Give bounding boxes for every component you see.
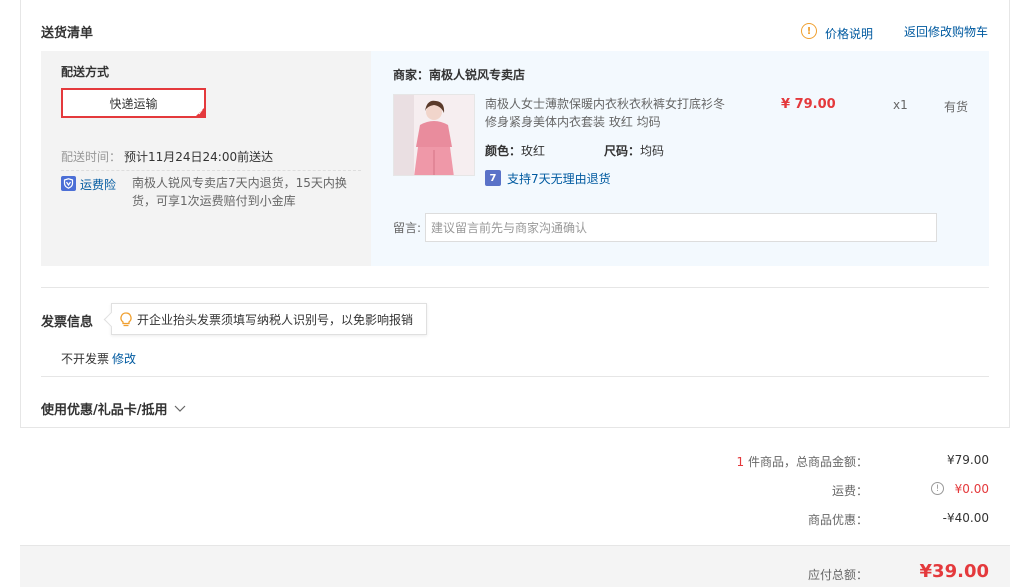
invoice-tip-tooltip: 开企业抬头发票须填写纳税人识别号，以免影响报销	[111, 303, 427, 335]
size-label: 尺码：	[604, 144, 641, 158]
goods-total: ¥79.00	[947, 453, 989, 467]
price-note-link[interactable]: 价格说明	[825, 25, 873, 42]
invoice-status: 不开发票	[61, 352, 110, 366]
delivery-time-value: 预计11月24日24:00前送达	[124, 150, 274, 164]
shipping-fee-label: 运费：	[831, 484, 868, 498]
insurance-text-line2: 货，可享1次运费赔付到小金库	[132, 194, 296, 208]
product-image[interactable]	[393, 94, 475, 176]
payable-total: ¥39.00	[919, 561, 989, 582]
check-icon: ✓	[197, 108, 204, 117]
remark-input[interactable]	[425, 213, 937, 242]
dashed-divider	[61, 170, 361, 171]
product-name-line2: 修身紧身美体内衣套装 玫红 均码	[485, 115, 661, 129]
back-to-cart-link[interactable]: 返回修改购物车	[904, 23, 988, 40]
coupons-title: 使用优惠/礼品卡/抵用	[41, 403, 168, 418]
size-value: 均码	[640, 144, 665, 158]
insurance-description: 南极人锐风专卖店7天内退货，15天内换 货，可享1次运费赔付到小金库	[132, 174, 347, 210]
goods-count: 1	[736, 455, 745, 469]
product-quantity: x1	[893, 98, 908, 112]
color-label: 颜色：	[485, 144, 522, 158]
goods-count-suffix: 件商品，总商品金额：	[747, 455, 868, 469]
info-icon[interactable]: !	[931, 482, 944, 495]
payable-label: 应付总额：	[807, 568, 868, 582]
shipping-fee-value: ¥0.00	[954, 482, 989, 496]
product-name-line1: 南极人女士薄款保暖内衣秋衣秋裤女打底衫冬	[485, 97, 726, 111]
product-color: 颜色：玫红	[485, 142, 545, 159]
lightbulb-icon	[120, 311, 132, 327]
product-size: 尺码：均码	[604, 142, 664, 159]
color-value: 玫红	[521, 144, 546, 158]
shield-icon	[61, 176, 76, 191]
invoice-edit-link[interactable]: 修改	[112, 350, 136, 367]
express-shipping-label: 快递运输	[109, 96, 158, 111]
shop-name: 商家：南极人锐风专卖店	[393, 68, 526, 82]
chevron-down-icon	[174, 405, 186, 413]
section-divider	[41, 376, 989, 377]
product-price: ¥ 79.00	[781, 97, 836, 112]
shipping-method-label: 配送方式	[61, 65, 110, 79]
goods-count-label: 1 件商品，总商品金额：	[737, 453, 868, 470]
invoice-tip-text: 开企业抬头发票须填写纳税人识别号，以免影响报销	[137, 312, 414, 327]
delivery-time-label: 配送时间：	[61, 150, 122, 164]
stock-status: 有货	[944, 100, 969, 114]
insurance-text-line1: 南极人锐风专卖店7天内退货，15天内换	[132, 176, 347, 190]
express-shipping-button[interactable]: 快递运输 ✓	[61, 88, 206, 118]
coupons-toggle[interactable]: 使用优惠/礼品卡/抵用	[41, 399, 186, 418]
discount-value: -¥40.00	[942, 511, 989, 525]
shipping-insurance-link[interactable]: 运费险	[80, 176, 116, 193]
seven-day-return-icon: 7	[485, 170, 501, 186]
return-policy-link[interactable]: 支持7天无理由退货	[507, 170, 611, 187]
remark-label: 留言:	[393, 221, 422, 235]
delivery-list-title: 送货清单	[41, 26, 94, 41]
discount-label: 商品优惠：	[807, 513, 868, 527]
invoice-title: 发票信息	[41, 315, 94, 330]
product-name[interactable]: 南极人女士薄款保暖内衣秋衣秋裤女打底衫冬 修身紧身美体内衣套装 玫红 均码	[485, 95, 725, 131]
info-icon[interactable]: !	[801, 23, 817, 39]
section-divider	[41, 287, 989, 288]
